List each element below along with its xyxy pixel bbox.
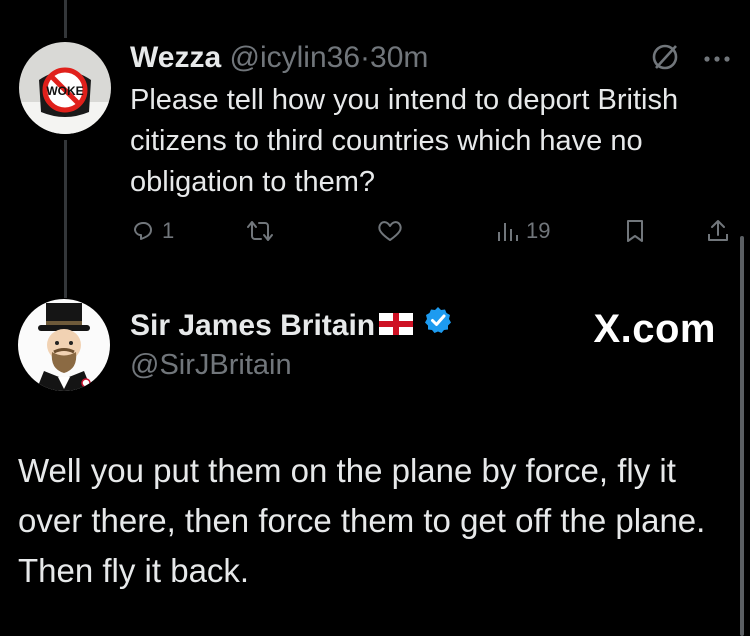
england-flag-icon (379, 306, 414, 346)
reply-icon (130, 218, 156, 244)
reply-display-name[interactable]: Wezza (130, 41, 221, 74)
like-icon (376, 218, 404, 244)
retweet-icon (246, 218, 274, 244)
like-action[interactable] (376, 218, 404, 244)
verified-badge-icon[interactable] (423, 305, 453, 346)
thread-line (64, 140, 67, 298)
scrollbar[interactable] (740, 236, 744, 636)
author-display-name[interactable]: Sir James Britain (130, 306, 375, 346)
reply-text: Please tell how you intend to deport Bri… (130, 84, 679, 198)
brand-logo-text: X.com (593, 307, 716, 351)
views-icon (496, 219, 520, 243)
more-icon[interactable] (702, 51, 732, 69)
author-avatar[interactable] (18, 299, 110, 391)
header-icons (650, 42, 732, 77)
reply-count: 1 (162, 218, 175, 243)
grok-slash-icon[interactable] (650, 42, 680, 77)
post-text: Well you put them on the plane by force,… (18, 452, 706, 589)
share-action[interactable] (706, 218, 730, 244)
separator: · (360, 41, 371, 74)
author-name-row: Sir James Britain (130, 305, 453, 346)
author-handle[interactable]: @SirJBritain (130, 345, 292, 385)
reply-action[interactable]: 1 (130, 218, 174, 244)
bookmark-action[interactable] (624, 218, 646, 244)
action-bar: 1 19 (130, 218, 730, 258)
thread-line-top (64, 0, 67, 38)
views-count: 19 (526, 218, 551, 243)
retweet-action[interactable] (246, 218, 274, 244)
views-action[interactable]: 19 (496, 218, 550, 244)
share-icon (706, 218, 730, 244)
reply-handle[interactable]: @icylin36 (230, 41, 361, 74)
reply-avatar[interactable]: WOKE (19, 42, 111, 134)
reply-time[interactable]: 30m (370, 41, 428, 74)
reply-header: Wezza @icylin36·30m (130, 38, 428, 78)
bookmark-icon (624, 218, 646, 244)
avatar-text: WOKE (46, 84, 83, 98)
